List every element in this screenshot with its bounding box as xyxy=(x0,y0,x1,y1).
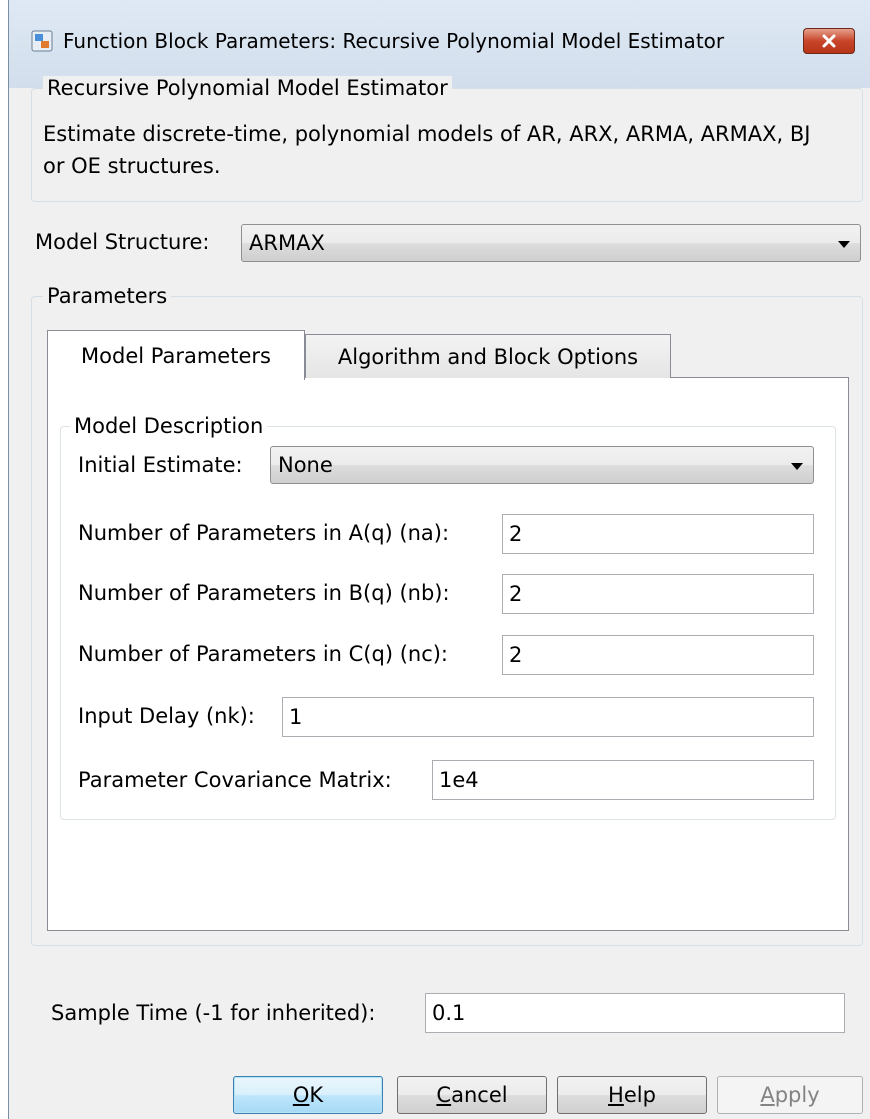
chevron-down-icon xyxy=(838,241,850,248)
parameters-group-title: Parameters xyxy=(43,284,172,308)
cancel-mnemonic: C xyxy=(436,1083,452,1107)
ok-mnemonic: O xyxy=(292,1083,310,1107)
cancel-button[interactable]: Cancel xyxy=(397,1076,547,1114)
nc-label: Number of Parameters in C(q) (nc): xyxy=(78,642,449,666)
apply-button[interactable]: Apply xyxy=(717,1076,863,1114)
nb-label: Number of Parameters in B(q) (nb): xyxy=(78,581,450,605)
apply-mnemonic: A xyxy=(760,1083,775,1107)
sample-time-value: 0.1 xyxy=(432,1001,466,1025)
nb-field[interactable]: 2 xyxy=(502,574,814,614)
block-description: Estimate discrete-time, polynomial model… xyxy=(43,122,811,178)
covariance-label: Parameter Covariance Matrix: xyxy=(78,768,392,792)
tab-label: Model Parameters xyxy=(81,343,271,368)
sample-time-field[interactable]: 0.1 xyxy=(425,993,845,1033)
initial-estimate-value: None xyxy=(278,453,333,477)
title-bar[interactable]: Function Block Parameters: Recursive Pol… xyxy=(9,0,870,88)
initial-estimate-select[interactable]: None xyxy=(270,446,814,484)
model-structure-value: ARMAX xyxy=(249,231,325,255)
na-value: 2 xyxy=(509,522,523,546)
covariance-value: 1e4 xyxy=(439,768,479,792)
help-label: elp xyxy=(623,1083,656,1107)
window-title: Function Block Parameters: Recursive Pol… xyxy=(63,29,725,53)
sample-time-label: Sample Time (-1 for inherited): xyxy=(51,1001,376,1025)
input-delay-label: Input Delay (nk): xyxy=(78,704,255,728)
close-x-icon xyxy=(822,34,836,48)
nb-value: 2 xyxy=(509,582,523,606)
simulink-block-icon xyxy=(31,30,53,52)
chevron-down-icon xyxy=(791,463,803,470)
tab-label: Algorithm and Block Options xyxy=(337,344,639,369)
model-structure-label: Model Structure: xyxy=(35,230,210,254)
na-label: Number of Parameters in A(q) (na): xyxy=(78,521,450,545)
block-group-title: Recursive Polynomial Model Estimator xyxy=(43,76,452,100)
cancel-label: ancel xyxy=(451,1083,508,1107)
model-description-title: Model Description xyxy=(70,414,268,438)
ok-label: K xyxy=(309,1083,324,1107)
model-structure-select[interactable]: ARMAX xyxy=(241,224,861,262)
input-delay-field[interactable]: 1 xyxy=(282,697,814,737)
tab-algorithm-and-block-options[interactable]: Algorithm and Block Options xyxy=(305,334,671,378)
ok-button[interactable]: OK xyxy=(233,1076,383,1114)
help-button[interactable]: Help xyxy=(557,1076,707,1114)
apply-label: pply xyxy=(774,1083,820,1107)
tab-model-parameters[interactable]: Model Parameters xyxy=(47,330,305,380)
nc-value: 2 xyxy=(509,643,523,667)
nc-field[interactable]: 2 xyxy=(502,635,814,675)
covariance-field[interactable]: 1e4 xyxy=(432,760,814,800)
input-delay-value: 1 xyxy=(289,705,303,729)
close-button[interactable] xyxy=(803,28,855,54)
initial-estimate-label: Initial Estimate: xyxy=(78,453,243,477)
help-mnemonic: H xyxy=(608,1083,624,1107)
na-field[interactable]: 2 xyxy=(502,514,814,554)
model-parameters-panel: Model Description Initial Estimate: None… xyxy=(47,377,849,931)
dialog-window: Function Block Parameters: Recursive Pol… xyxy=(8,0,870,1119)
